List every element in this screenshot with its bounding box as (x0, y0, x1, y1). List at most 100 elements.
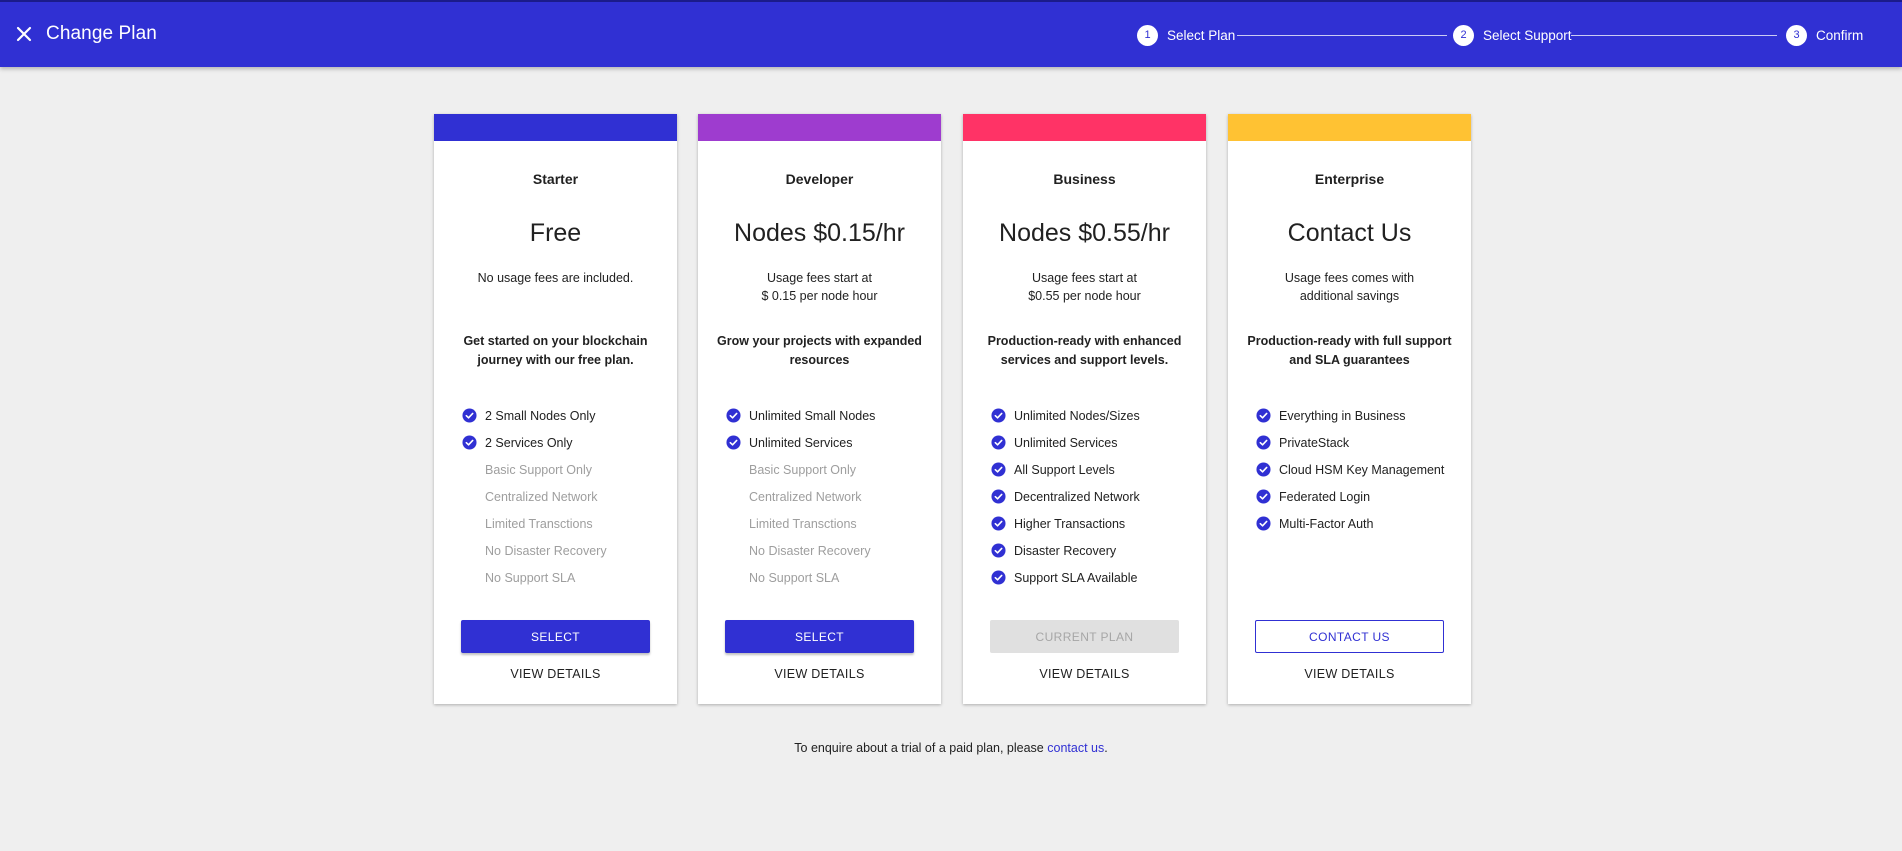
feature-label: No Disaster Recovery (749, 543, 871, 558)
close-icon[interactable] (12, 22, 36, 46)
page-title: Change Plan (46, 23, 157, 44)
feature-label: Unlimited Nodes/Sizes (1014, 408, 1140, 423)
check-circle-icon (726, 408, 741, 423)
feature-label: No Disaster Recovery (485, 543, 607, 558)
plan-card-business: Business Nodes $0.55/hr Usage fees start a… (963, 114, 1206, 704)
feature-label: Centralized Network (749, 489, 862, 504)
plan-feature: No Disaster Recovery (462, 537, 669, 564)
plan-feature: Limited Transctions (726, 510, 933, 537)
plan-usage-fee: Usage fees start at $0.55 per node hour (1028, 271, 1141, 303)
select-developer-button[interactable]: SELECT (725, 620, 914, 653)
feature-label: No Support SLA (749, 570, 840, 585)
feature-label: Unlimited Services (1014, 435, 1118, 450)
step-number: 2 (1453, 24, 1474, 46)
trial-enquiry-suffix: . (1104, 741, 1108, 755)
feature-label: PrivateStack (1279, 435, 1350, 450)
plan-color-bar (963, 114, 1206, 141)
check-circle-icon (991, 462, 1006, 477)
check-circle-icon (1256, 516, 1271, 531)
feature-spacer (462, 516, 477, 531)
plan-feature: All Support Levels (991, 456, 1198, 483)
plan-feature: Basic Support Only (462, 456, 669, 483)
feature-label: Decentralized Network (1014, 489, 1140, 504)
contact-us-link[interactable]: contact us (1047, 741, 1104, 755)
step-confirm[interactable]: 3 Confirm (1786, 24, 1863, 46)
plan-feature: No Support SLA (726, 564, 933, 591)
feature-spacer (726, 570, 741, 585)
plan-price: Nodes $0.15/hr (734, 219, 905, 247)
step-select-support[interactable]: 2 Select Support (1453, 24, 1572, 46)
plan-usage-fee: No usage fees are included. (477, 271, 634, 285)
plan-feature-list: 2 Small Nodes Only 2 Services Only Basic S… (462, 402, 669, 591)
check-circle-icon (991, 435, 1006, 450)
feature-spacer (462, 543, 477, 558)
plan-usage-fee: Usage fees comes with additional savings (1284, 271, 1415, 303)
feature-label: Basic Support Only (749, 462, 856, 477)
plan-feature: No Disaster Recovery (726, 537, 933, 564)
feature-label: Basic Support Only (485, 462, 592, 477)
plan-feature: Unlimited Services (726, 429, 933, 456)
feature-label: Cloud HSM Key Management (1279, 462, 1445, 477)
plan-feature: PrivateStack (1256, 429, 1463, 456)
view-details-enterprise-link[interactable]: VIEW DETAILS (1228, 667, 1471, 681)
current-plan-button: CURRENT PLAN (990, 620, 1179, 653)
check-circle-icon (991, 570, 1006, 585)
step-connector (1571, 35, 1777, 36)
feature-spacer (462, 570, 477, 585)
plan-price: Free (529, 219, 582, 247)
feature-spacer (726, 543, 741, 558)
check-circle-icon (991, 543, 1006, 558)
check-circle-icon (726, 435, 741, 450)
plan-feature: Unlimited Services (991, 429, 1198, 456)
feature-spacer (462, 489, 477, 504)
view-details-developer-link[interactable]: VIEW DETAILS (698, 667, 941, 681)
step-select-plan[interactable]: 1 Select Plan (1137, 24, 1235, 46)
plan-color-bar (1228, 114, 1471, 141)
step-label: Confirm (1816, 27, 1864, 43)
step-label: Select Support (1483, 27, 1572, 43)
plan-feature: Limited Transctions (462, 510, 669, 537)
contact-us-button[interactable]: CONTACT US (1255, 620, 1444, 653)
step-label: Select Plan (1167, 27, 1236, 43)
view-details-starter-link[interactable]: VIEW DETAILS (434, 667, 677, 681)
plan-description: Production-ready with full support and S… (1247, 334, 1452, 367)
step-connector (1237, 35, 1447, 36)
plan-usage-fee: Usage fees start at $ 0.15 per node hour (761, 271, 878, 303)
plan-feature: 2 Small Nodes Only (462, 402, 669, 429)
feature-label: Unlimited Small Nodes (749, 408, 876, 423)
plan-name: Developer (785, 171, 854, 187)
check-circle-icon (1256, 435, 1271, 450)
plan-name: Enterprise (1314, 171, 1385, 187)
plan-feature: Federated Login (1256, 483, 1463, 510)
plan-name: Business (1053, 171, 1116, 187)
plan-feature: No Support SLA (462, 564, 669, 591)
view-details-business-link[interactable]: VIEW DETAILS (963, 667, 1206, 681)
feature-label: Support SLA Available (1014, 570, 1138, 585)
feature-label: Centralized Network (485, 489, 598, 504)
plan-feature: Unlimited Nodes/Sizes (991, 402, 1198, 429)
feature-spacer (726, 489, 741, 504)
plan-card-developer: Developer Nodes $0.15/hr Usage fees start … (698, 114, 941, 704)
select-starter-button[interactable]: SELECT (461, 620, 650, 653)
feature-label: 2 Small Nodes Only (485, 408, 596, 423)
stepper: 1 Select Plan 2 Select Support 3 Confirm (1137, 24, 1863, 46)
feature-spacer (726, 462, 741, 477)
feature-label: Disaster Recovery (1014, 543, 1117, 558)
plan-description: Grow your projects with expanded resourc… (717, 334, 922, 367)
plan-feature: Cloud HSM Key Management (1256, 456, 1463, 483)
feature-label: No Support SLA (485, 570, 576, 585)
plan-feature: Unlimited Small Nodes (726, 402, 933, 429)
feature-label: Limited Transctions (749, 516, 857, 531)
plan-feature-list: Unlimited Nodes/Sizes Unlimited Services A… (991, 402, 1198, 591)
plan-feature: Basic Support Only (726, 456, 933, 483)
feature-label: Multi-Factor Auth (1279, 516, 1374, 531)
check-circle-icon (991, 408, 1006, 423)
feature-label: Higher Transactions (1014, 516, 1126, 531)
plan-price: Contact Us (1287, 219, 1412, 247)
check-circle-icon (462, 435, 477, 450)
plan-card-starter: Starter Free No usage fees are included. Ge… (434, 114, 677, 704)
plan-feature-list: Everything in Business PrivateStack Cloud … (1256, 402, 1463, 537)
check-circle-icon (1256, 489, 1271, 504)
plan-feature: Decentralized Network (991, 483, 1198, 510)
feature-label: Everything in Business (1279, 408, 1406, 423)
